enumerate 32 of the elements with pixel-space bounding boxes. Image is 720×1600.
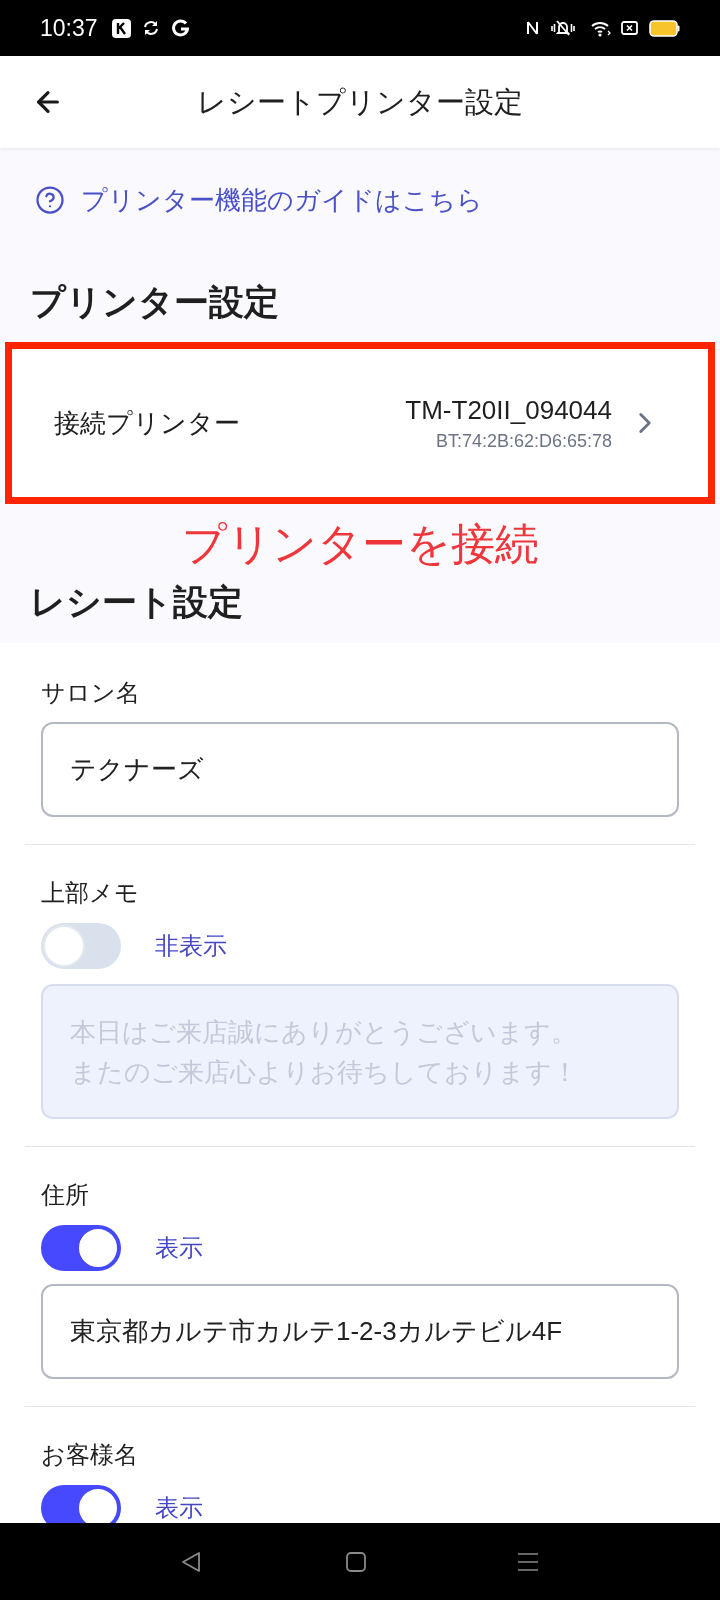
back-triangle-icon[interactable]	[180, 1550, 202, 1573]
connected-printer-label: 接続プリンター	[54, 407, 240, 440]
battery-icon	[649, 19, 680, 37]
k-app-icon	[111, 18, 131, 38]
wifi-icon	[591, 19, 611, 37]
text-input-field[interactable]: 東京都カルテ市カルテ1-2-3カルテビル4F	[41, 1284, 679, 1379]
x-box-icon	[621, 21, 638, 35]
help-icon	[35, 185, 65, 215]
field-label: 上部メモ	[41, 878, 140, 908]
printer-name: TM-T20II_094044	[405, 394, 612, 427]
screen-title: レシートプリンター設定	[196, 85, 524, 120]
annotation-text: プリンターを接続	[180, 518, 540, 570]
toggle-state-label: 非表示	[155, 931, 227, 961]
field-label: お客様名	[41, 1440, 139, 1470]
text-input-field[interactable]: テクナーズ	[41, 722, 679, 817]
g-logo-icon	[171, 19, 189, 37]
field-label: サロン名	[41, 678, 141, 708]
status-time: 10:37	[40, 14, 98, 42]
toggle-state-label: 表示	[155, 1493, 203, 1523]
toggle-state-label: 表示	[155, 1233, 203, 1263]
toggle-switch[interactable]	[41, 1225, 121, 1271]
nfc-icon	[526, 19, 539, 37]
section-heading: プリンター設定	[30, 281, 280, 323]
guide-link[interactable]: プリンター機能のガイドはこちら	[35, 182, 483, 218]
sync-icon	[141, 20, 160, 36]
home-square-icon[interactable]	[346, 1551, 366, 1572]
field-label: 住所	[41, 1180, 90, 1210]
toggle-switch[interactable]	[41, 1485, 121, 1523]
recent-apps-icon[interactable]	[518, 1551, 538, 1572]
muted-bell-icon	[550, 19, 576, 37]
section-heading: レシート設定	[30, 581, 244, 623]
printer-address: BT:74:2B:62:D6:65:78	[435, 430, 612, 453]
